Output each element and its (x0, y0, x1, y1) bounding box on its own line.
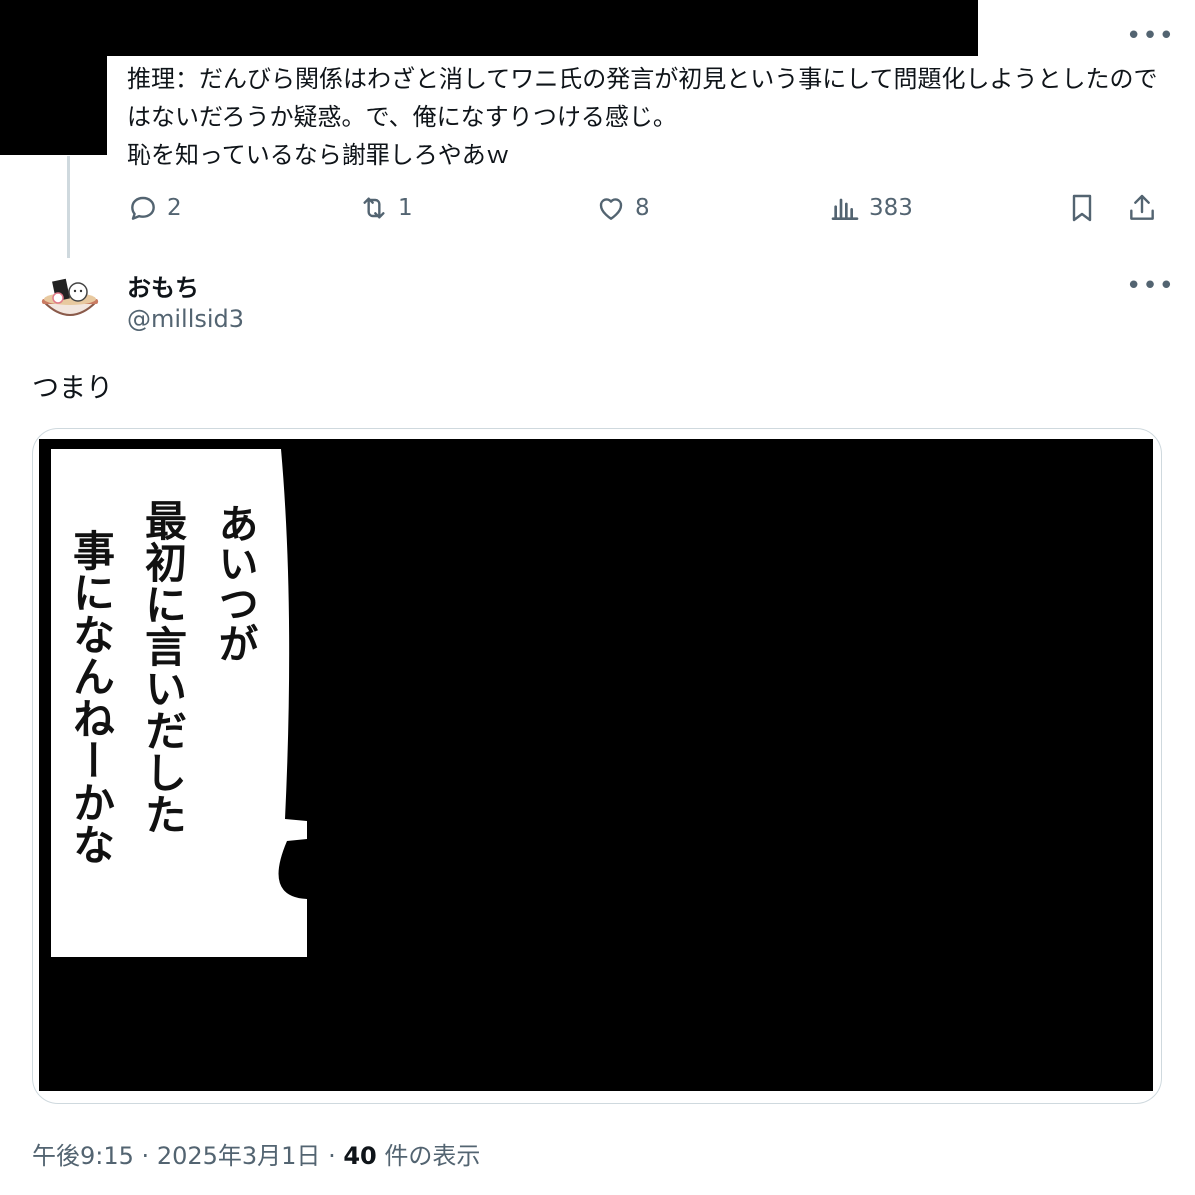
bookmark-button[interactable] (1066, 192, 1106, 224)
display-name[interactable]: おもち (127, 268, 199, 303)
redaction-block-top (0, 0, 978, 56)
view-count: 383 (869, 195, 913, 221)
views-button[interactable]: 383 (829, 192, 913, 224)
tweet-time[interactable]: 午後9:15 (32, 1142, 134, 1170)
user-handle[interactable]: @millsid3 (127, 305, 244, 333)
repost-count: 1 (398, 195, 413, 221)
top-tweet-text: 推理：だんびら関係はわざと消してワニ氏の発言が初見という事にして問題化しようとし… (127, 65, 1158, 169)
more-options-icon[interactable]: ••• (1126, 273, 1175, 299)
repost-icon (363, 197, 385, 219)
reply-button[interactable]: 2 (127, 192, 182, 224)
media-attachment[interactable]: 事になんねーかな 最初に言いだした あいつが (32, 428, 1162, 1104)
share-icon (1130, 194, 1154, 220)
panel-text-col1: 事になんねーかな (67, 529, 116, 865)
like-button[interactable]: 8 (595, 192, 650, 224)
panel-text-col2: 最初に言いだした (139, 499, 188, 835)
analytics-icon (831, 198, 859, 220)
avatar[interactable] (36, 268, 104, 336)
panel-text-col3: あいつが (212, 503, 259, 663)
like-count: 8 (635, 195, 650, 221)
ramen-bowl-avatar-icon (36, 268, 104, 336)
thread-connector (67, 156, 70, 258)
reply-count: 2 (167, 195, 182, 221)
view-count-total: 40 (343, 1142, 377, 1170)
share-button[interactable] (1126, 192, 1166, 224)
reply-icon (131, 196, 155, 220)
tweet-text: つまり (32, 373, 113, 404)
tweet-metadata: 午後9:15 · 2025年3月1日 · 40 件の表示 (32, 1136, 480, 1171)
more-options-icon[interactable]: ••• (1126, 23, 1175, 49)
bookmark-icon (1072, 194, 1092, 222)
heart-icon (599, 198, 623, 220)
redaction-block-avatar (0, 0, 107, 155)
separator: · (328, 1142, 344, 1170)
manga-panel-image: 事になんねーかな 最初に言いだした あいつが (39, 439, 1153, 1091)
repost-button[interactable]: 1 (358, 192, 413, 224)
separator: · (141, 1142, 157, 1170)
tweet-date[interactable]: 2025年3月1日 (157, 1142, 321, 1170)
view-label: 件の表示 (384, 1142, 481, 1170)
